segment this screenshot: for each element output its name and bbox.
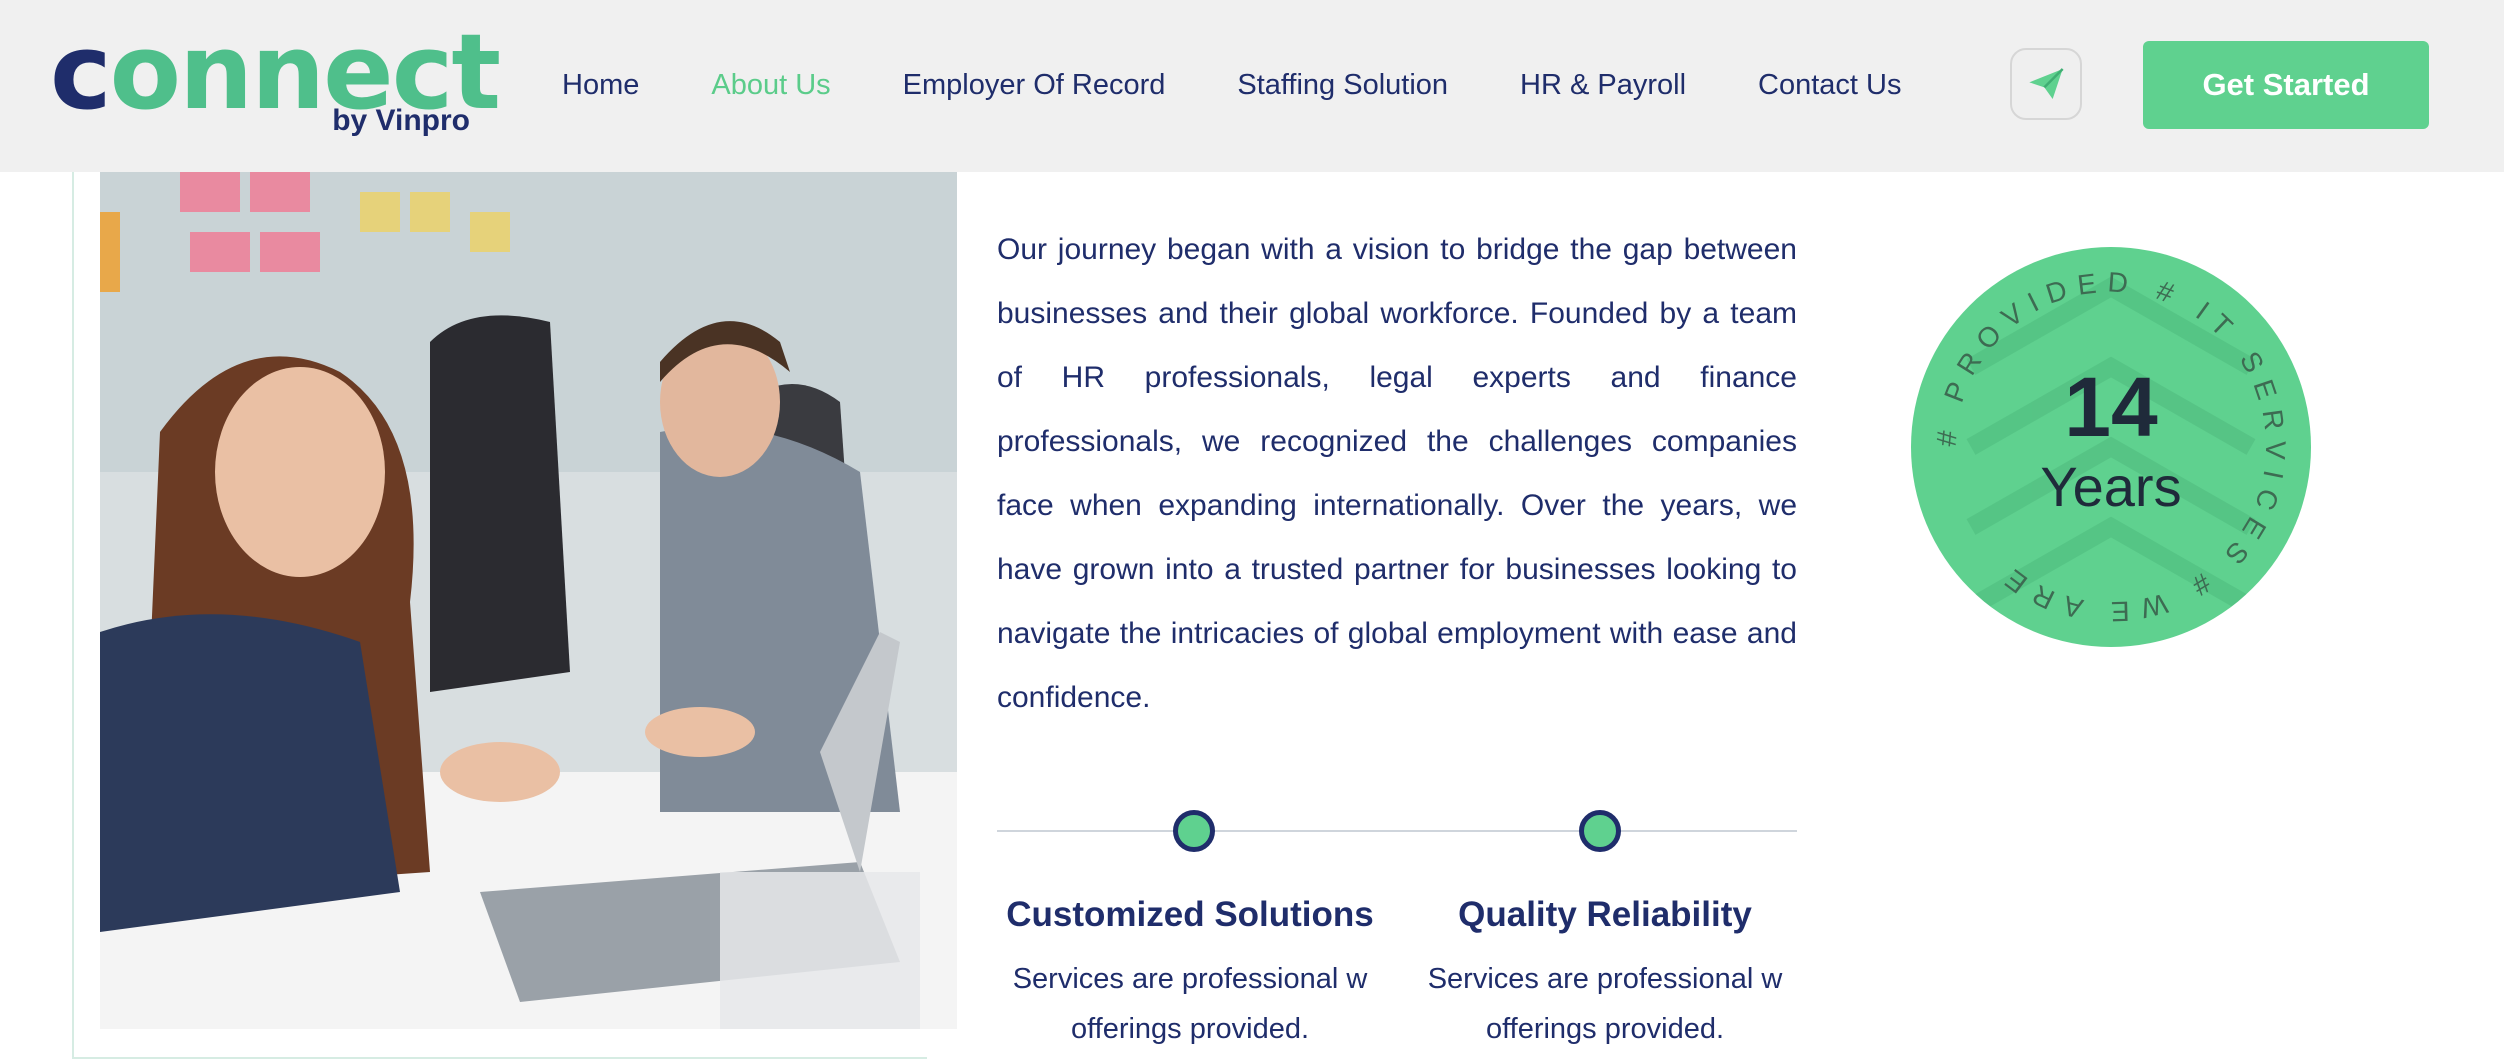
paper-plane-icon <box>2029 68 2064 99</box>
nav-contact-us[interactable]: Contact Us <box>1758 69 1901 102</box>
about-paragraph: Our journey began with a vision to bridg… <box>997 233 1797 714</box>
timeline-dot-1 <box>1173 810 1215 852</box>
feature-description: Services are professional w offerings pr… <box>1012 963 1368 1045</box>
years-badge: # PROVIDED # IT SERVICES # WE ARE 14 Yea… <box>1911 247 2311 647</box>
feature-customized-solutions: Customized Solutions Services are profes… <box>990 888 1390 1054</box>
nav-home[interactable]: Home <box>562 69 639 102</box>
brand-logo[interactable]: connect by Vinpro <box>50 12 501 148</box>
team-photo <box>100 172 957 1029</box>
nav-about-us[interactable]: About Us <box>711 69 830 102</box>
timeline-line <box>997 830 1797 832</box>
feature-title: Quality Reliability <box>1458 895 1752 934</box>
feature-description: Services are professional w offerings pr… <box>1427 963 1783 1045</box>
send-button[interactable] <box>2010 48 2082 120</box>
timeline-dot-2 <box>1579 810 1621 852</box>
badge-label: Years <box>2040 455 2182 518</box>
nav-staffing-solution[interactable]: Staffing Solution <box>1237 69 1448 102</box>
feature-title: Customized Solutions <box>1006 895 1374 934</box>
nav-employer-of-record[interactable]: Employer Of Record <box>903 69 1166 102</box>
badge-number: 14 <box>2064 360 2158 454</box>
feature-quality-reliability: Quality Reliability Services are profess… <box>1405 888 1805 1054</box>
logo-subtitle: by Vinpro <box>332 104 470 137</box>
site-header: connect by Vinpro Home About Us Employer… <box>0 0 2504 172</box>
main-nav: Home About Us Employer Of Record Staffin… <box>562 60 1974 110</box>
nav-hr-payroll[interactable]: HR & Payroll <box>1520 69 1686 102</box>
get-started-button[interactable]: Get Started <box>2143 41 2429 129</box>
